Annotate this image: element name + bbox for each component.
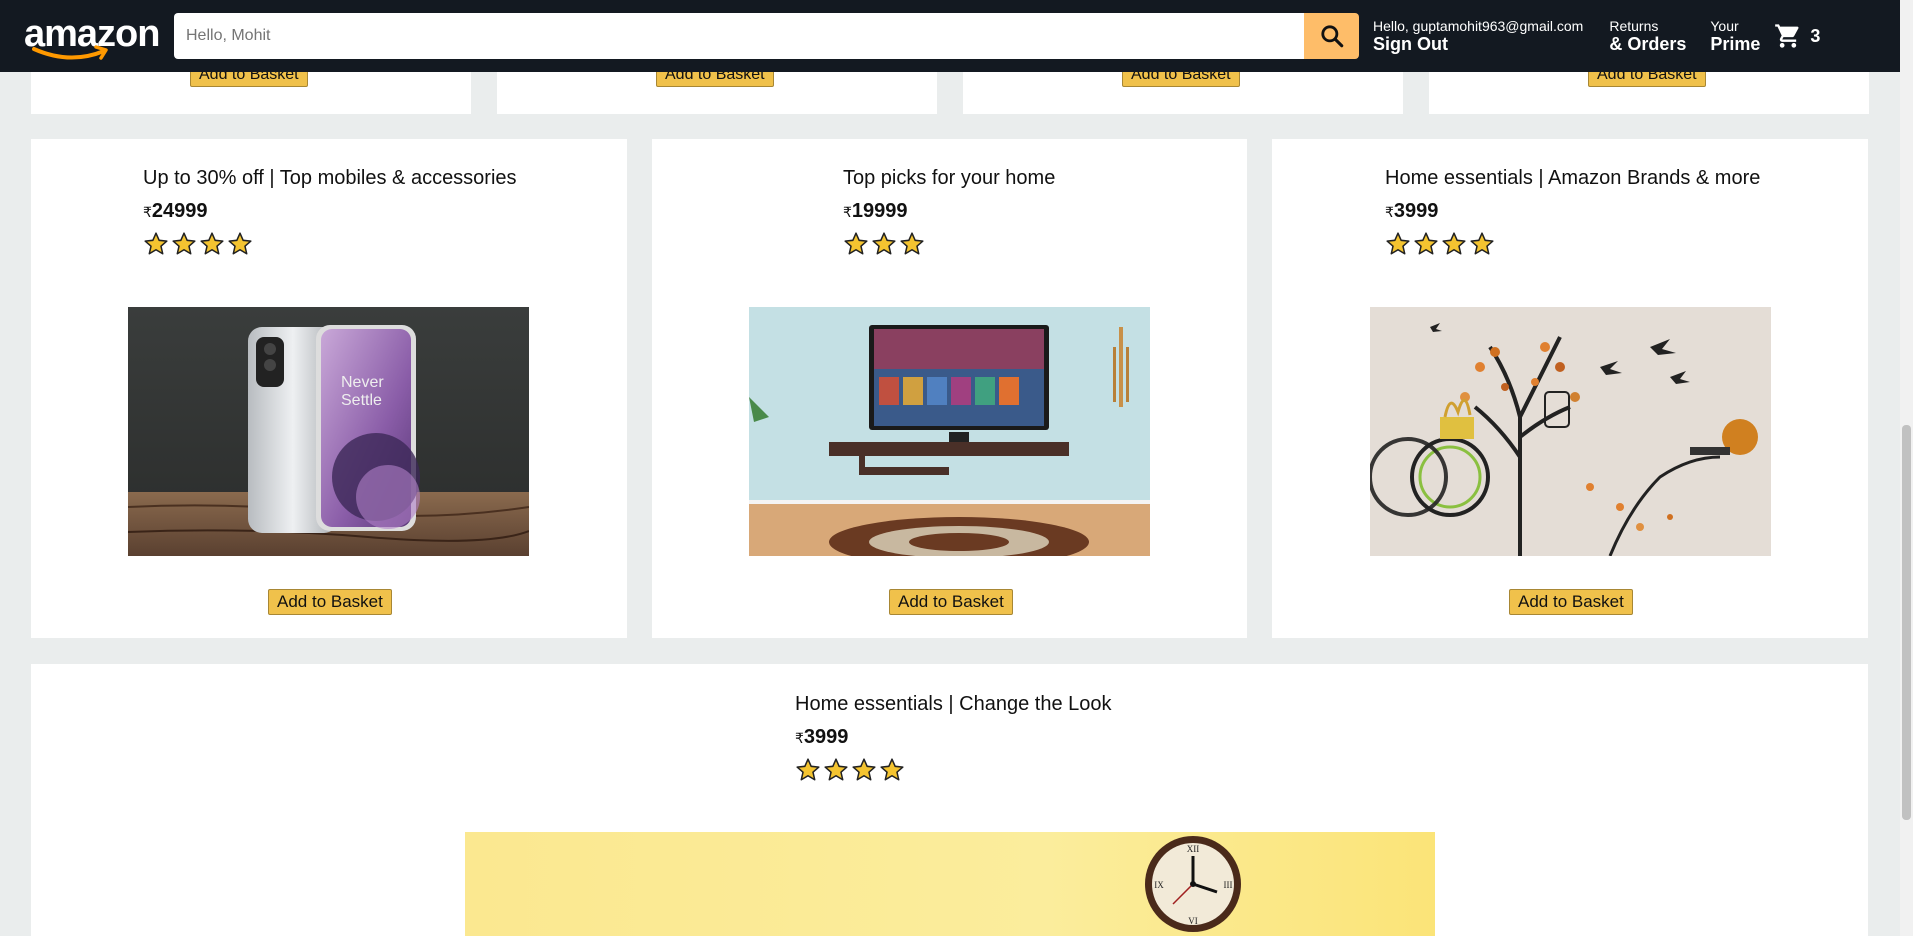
star-icon xyxy=(872,232,896,255)
product-info: Home essentials | Amazon Brands & more ₹… xyxy=(1385,167,1760,257)
account-sign-out[interactable]: Hello, guptamohit963@gmail.com Sign Out xyxy=(1373,18,1583,55)
product-title: Home essentials | Amazon Brands & more xyxy=(1385,167,1761,189)
svg-text:Settle: Settle xyxy=(341,392,382,409)
star-icon xyxy=(1442,232,1466,255)
star-rating xyxy=(843,231,1055,257)
product-card: Home essentials | Amazon Brands & more ₹… xyxy=(1272,139,1868,638)
shopping-cart-icon xyxy=(1775,24,1799,48)
wall-clock-image: XII III VI IX xyxy=(465,832,1435,936)
product-card: Up to 30% off | Top mobiles & accessorie… xyxy=(31,139,627,638)
your-label: Your xyxy=(1710,17,1739,34)
price-value: 24999 xyxy=(151,200,208,222)
star-icon xyxy=(172,232,196,255)
sign-out-label: Sign Out xyxy=(1373,33,1448,54)
product-card: Top picks for your home ₹19999 Add to Ba… xyxy=(652,139,1247,638)
price-value: 19999 xyxy=(851,200,908,222)
product-price: ₹24999 xyxy=(143,200,517,223)
star-icon xyxy=(852,758,876,781)
product-price: ₹19999 xyxy=(843,200,1055,223)
basket[interactable]: 3 xyxy=(1774,22,1820,50)
orders-label: & Orders xyxy=(1609,33,1687,54)
currency-symbol: ₹ xyxy=(143,204,152,220)
add-to-basket-button[interactable]: Add to Basket xyxy=(1509,589,1633,615)
star-rating xyxy=(1385,231,1760,257)
star-icon xyxy=(1414,232,1438,255)
scrollbar-thumb[interactable] xyxy=(1902,425,1911,820)
product-price: ₹3999 xyxy=(795,726,1112,749)
currency-symbol: ₹ xyxy=(1385,204,1394,220)
star-icon xyxy=(1470,232,1494,255)
phone-image: Never Settle xyxy=(128,307,529,556)
search-button[interactable] xyxy=(1304,13,1359,59)
your-prime[interactable]: Your Prime xyxy=(1710,18,1760,55)
star-icon xyxy=(144,232,168,255)
search-icon xyxy=(1320,25,1343,48)
star-rating xyxy=(143,231,517,257)
basket-count: 3 xyxy=(1810,25,1821,46)
product-title: Top picks for your home xyxy=(843,167,1056,189)
svg-text:VI: VI xyxy=(1188,916,1198,926)
smile-arrow-icon xyxy=(32,45,108,60)
product-title: Home essentials | Change the Look xyxy=(795,693,1112,715)
star-icon xyxy=(1386,232,1410,255)
product-info: Top picks for your home ₹19999 xyxy=(843,167,1055,257)
search-bar xyxy=(174,13,1359,59)
star-icon xyxy=(796,758,820,781)
svg-text:Never: Never xyxy=(341,374,384,391)
product-info: Up to 30% off | Top mobiles & accessorie… xyxy=(143,167,517,257)
add-to-basket-button[interactable]: Add to Basket xyxy=(268,589,392,615)
star-icon xyxy=(824,758,848,781)
account-greeting: Hello, guptamohit963@gmail.com xyxy=(1373,17,1584,34)
add-to-basket-button[interactable]: Add to Basket xyxy=(889,589,1013,615)
product-info: Home essentials | Change the Look ₹3999 xyxy=(795,693,1112,783)
returns-label: Returns xyxy=(1609,17,1659,34)
svg-text:III: III xyxy=(1224,880,1233,890)
star-rating xyxy=(795,757,1112,783)
amazon-logo[interactable]: amazon xyxy=(24,11,160,61)
header: amazon Hello, guptamohit963@gmail.com Si… xyxy=(0,0,1900,72)
product-card: Home essentials | Change the Look ₹3999 … xyxy=(31,664,1868,936)
star-icon xyxy=(880,758,904,781)
star-icon xyxy=(900,232,924,255)
currency-symbol: ₹ xyxy=(843,204,852,220)
currency-symbol: ₹ xyxy=(795,730,804,746)
page-scrollbar[interactable] xyxy=(1900,0,1913,936)
star-icon xyxy=(228,232,252,255)
product-title: Up to 30% off | Top mobiles & accessorie… xyxy=(143,167,517,189)
star-icon xyxy=(844,232,868,255)
price-value: 3999 xyxy=(803,726,849,748)
wall-sticker-image xyxy=(1370,307,1771,556)
product-price: ₹3999 xyxy=(1385,200,1760,223)
prime-label: Prime xyxy=(1710,33,1761,54)
svg-text:XII: XII xyxy=(1187,844,1200,854)
search-input[interactable] xyxy=(174,13,1304,59)
returns-orders[interactable]: Returns & Orders xyxy=(1609,18,1686,55)
star-icon xyxy=(200,232,224,255)
svg-text:IX: IX xyxy=(1154,880,1164,890)
price-value: 3999 xyxy=(1393,200,1439,222)
tv-unit-image xyxy=(749,307,1150,556)
